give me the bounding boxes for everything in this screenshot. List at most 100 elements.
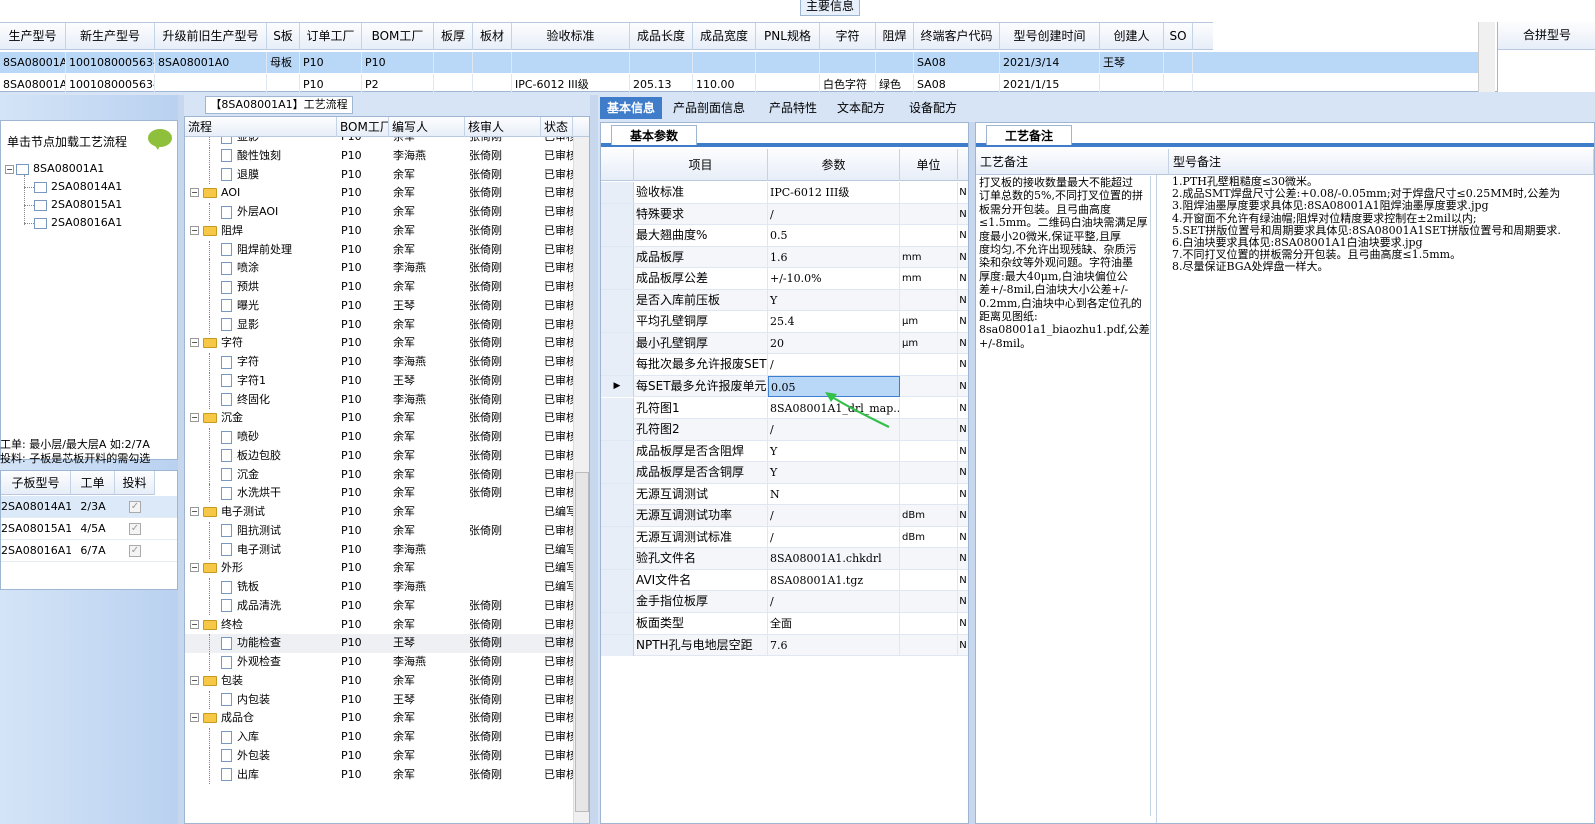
collapse-icon[interactable]: −	[190, 338, 199, 348]
collapse-icon[interactable]: −	[190, 188, 199, 198]
table-row[interactable]: 沉金 P10 余军 张倚刚 已审核	[185, 465, 573, 485]
collapse-icon[interactable]: −	[190, 413, 199, 423]
column-header[interactable]: 核审人	[465, 117, 541, 137]
param-row[interactable]: 验收标准 IPC-6012 III级 N	[601, 182, 968, 204]
tree-node[interactable]: 2SA08015A1	[34, 196, 122, 214]
column-header[interactable]: 型号备注	[1169, 149, 1594, 175]
param-value[interactable]: N	[768, 483, 900, 505]
param-row[interactable]: 孔符图2/N	[601, 419, 968, 441]
table-row[interactable]: 2SA08015A1 4/5A ✓	[1, 518, 177, 540]
tree-node-root[interactable]: − 8SA08001A1	[5, 160, 104, 178]
feed-checkbox[interactable]: ✓	[129, 545, 141, 557]
column-header[interactable]: PNL规格	[756, 23, 820, 50]
param-value[interactable]: 25.4	[768, 311, 900, 333]
feed-checkbox[interactable]: ✓	[129, 501, 141, 513]
column-header[interactable]: 状态	[541, 117, 573, 137]
model-note-text[interactable]: 1.PTH孔壁粗糙度≤30微米。 2.成品SMT焊盘尺寸公差:+0.08/-0.0…	[1172, 176, 1592, 816]
table-row[interactable]: 铣板 P10 李海燕 已编写	[185, 578, 573, 597]
collapse-icon[interactable]: −	[190, 675, 199, 685]
param-row[interactable]: 无源互调测试标准 / dBm N	[601, 526, 968, 549]
table-row[interactable]: 2SA08016A1 6/7A ✓	[1, 540, 177, 562]
param-row[interactable]: 是否入库前压板 Y N	[601, 289, 968, 312]
table-row[interactable]: 板边包胶 P10 余军 张倚刚 已审核	[185, 446, 573, 466]
column-header[interactable]: 板材	[473, 23, 512, 50]
table-row[interactable]: 外包装 P10 余军 张倚刚 已审核	[185, 746, 573, 766]
column-header[interactable]: 型号创建时间	[1000, 23, 1100, 50]
param-row[interactable]: 特殊要求 / N	[601, 203, 968, 226]
column-header[interactable]: 成品宽度	[693, 23, 756, 50]
collapse-icon[interactable]: −	[190, 225, 199, 235]
param-row[interactable]: 成品板厚是否含铜厚 Y N	[601, 462, 968, 484]
table-row[interactable]: 字符1 P10 王琴 张倚刚 已审核	[185, 371, 573, 391]
tab-basic-params[interactable]: 基本参数	[611, 125, 697, 145]
table-row[interactable]: 内包装 P10 王琴 张倚刚 已审核	[185, 690, 573, 710]
param-value[interactable]: 7.6	[768, 634, 900, 656]
param-value[interactable]: /	[768, 505, 900, 527]
table-row[interactable]: 电子测试 − P10 余军 已编写	[185, 503, 573, 522]
param-value[interactable]: Y	[768, 440, 900, 462]
param-value[interactable]: IPC-6012 III级	[768, 182, 900, 203]
table-row[interactable]: 喷砂 P10 余军 张倚刚 已审核	[185, 428, 573, 447]
param-value[interactable]: /	[768, 354, 900, 376]
param-row[interactable]: 金手指位板厚 / N	[601, 591, 968, 613]
tab-3[interactable]: 文本配方	[830, 97, 892, 119]
param-row[interactable]: 成品板厚是否含阻焊 Y N	[601, 440, 968, 463]
param-row[interactable]: 无源互调测试功率 / dBm N	[601, 505, 968, 527]
table-row[interactable]: 酸性蚀刻 P10 李海燕 张倚刚 已审核	[185, 146, 573, 166]
param-value[interactable]: /	[768, 591, 900, 613]
column-header[interactable]: 单位	[900, 149, 958, 181]
column-header[interactable]: 字符	[820, 23, 876, 50]
table-row[interactable]: 8SA08001A010010800056348 P10P2 IPC-6012 II…	[0, 74, 1478, 92]
column-header[interactable]: 参数	[768, 149, 900, 181]
param-row[interactable]: AVI文件名 8SA08001A1.tgz N	[601, 569, 968, 592]
param-value[interactable]: 8SA08001A1.chkdrl	[768, 548, 900, 570]
table-row[interactable]: 阻焊前处理 P10 余军 张倚刚 已审核	[185, 240, 573, 260]
param-row[interactable]: NPTH孔与电地层空距 7.6 N	[601, 634, 968, 657]
param-value[interactable]: 全面	[768, 613, 900, 634]
table-row[interactable]: 显影 P10 余军 张倚刚 已审核	[185, 315, 573, 335]
table-row[interactable]: 成品清洗 P10 余军 张倚刚 已审核	[185, 596, 573, 616]
tab-0[interactable]: 基本信息	[600, 97, 663, 119]
column-header[interactable]: BOM工厂	[337, 117, 389, 137]
table-row[interactable]: 曝光 P10 王琴 张倚刚 已审核	[185, 296, 573, 316]
table-row[interactable]: 水洗烘干 P10 余军 张倚刚 已审核	[185, 484, 573, 503]
column-header[interactable]: 成品长度	[630, 23, 693, 50]
column-header[interactable]: 订单工厂	[300, 23, 362, 50]
table-row[interactable]: 电子测试 P10 李海燕 已编写	[185, 540, 573, 560]
collapse-icon[interactable]: −	[5, 164, 14, 174]
tab-1[interactable]: 产品剖面信息	[666, 97, 752, 119]
column-header[interactable]: 板厚	[434, 23, 473, 50]
tree-node[interactable]: 2SA08014A1	[34, 178, 122, 196]
table-row[interactable]: 8SA08001A1100108000563488SA08001A0母板P10P…	[0, 52, 1478, 73]
table-row[interactable]: 阻抗测试 P10 余军 张倚刚 已审核	[185, 521, 573, 541]
param-row[interactable]: 最小孔壁铜厚 20 μm N	[601, 332, 968, 355]
param-row[interactable]: 孔符图1 8SA08001A1_drl_map... N	[601, 397, 968, 419]
process-note-text[interactable]: 打叉板的接收数量最大不能超过 订单总数的5%,不同打叉位置的拼 板需分开包装。且弓曲…	[979, 176, 1151, 816]
param-value[interactable]: Y	[768, 289, 900, 311]
tab-process-notes[interactable]: 工艺备注	[986, 125, 1072, 145]
param-value[interactable]: 1.6	[768, 246, 900, 268]
param-row[interactable]: 每批次最多允许报废SET / N	[601, 354, 968, 376]
column-header[interactable]: 创建人	[1100, 23, 1164, 50]
tree-node[interactable]: 2SA08016A1	[34, 214, 122, 232]
param-value[interactable]: 0.5	[768, 225, 900, 247]
table-row[interactable]: 喷涂 P10 李海燕 张倚刚 已审核	[185, 259, 573, 278]
table-row[interactable]: 包装 − P10 余军 张倚刚 已审核	[185, 672, 573, 691]
process-grid-scrollbar[interactable]	[573, 137, 589, 823]
param-value[interactable]: 8SA08001A1.tgz	[768, 569, 900, 591]
table-row[interactable]: 出库 P10 余军 张倚刚 已审核	[185, 765, 573, 785]
column-header[interactable]: 工艺备注	[976, 149, 1169, 175]
feed-checkbox[interactable]: ✓	[129, 523, 141, 535]
param-value[interactable]: Y	[768, 462, 900, 484]
param-row[interactable]: ▶ 每SET最多允许报废单元 0.05 N	[601, 375, 968, 398]
param-row[interactable]: 无源互调测试 N N	[601, 483, 968, 506]
tab-2[interactable]: 产品特性	[762, 97, 824, 119]
scrollbar-thumb[interactable]	[575, 472, 589, 812]
table-row[interactable]: 沉金 − P10 余军 张倚刚 已审核	[185, 409, 573, 428]
table-row[interactable]: 2SA08014A1 2/3A ✓	[1, 496, 177, 518]
column-header[interactable]: 投料	[115, 471, 155, 495]
table-row[interactable]: 外观检查 P10 李海燕 张倚刚 已审核	[185, 653, 573, 672]
tab-4[interactable]: 设备配方	[902, 97, 964, 119]
column-header[interactable]: 流程	[185, 117, 337, 137]
table-row[interactable]: 退膜 P10 余军 张倚刚 已审核	[185, 165, 573, 185]
